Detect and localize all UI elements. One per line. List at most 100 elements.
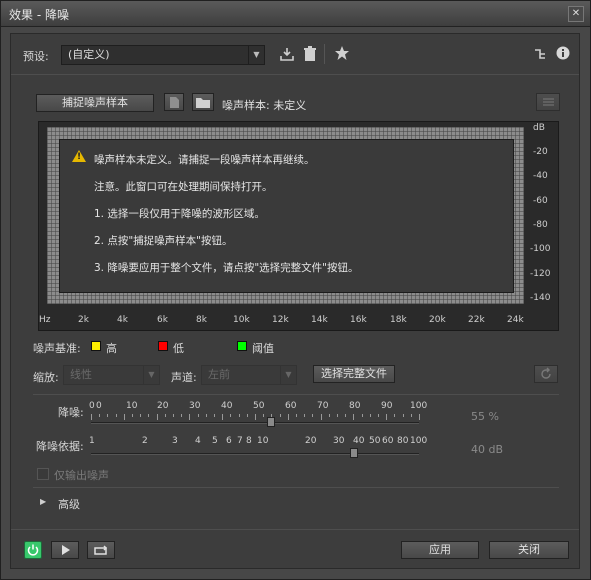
advanced-section-toggle[interactable]: 高级 (58, 496, 80, 512)
scale-label: 40 (353, 436, 365, 446)
x-axis-tick: 20k (429, 315, 446, 325)
x-axis-tick: 14k (311, 315, 328, 325)
chevron-down-icon: ▼ (248, 46, 264, 64)
legend-swatch-threshold (237, 341, 247, 351)
x-axis-tick: Hz (39, 315, 51, 325)
scale-label: 20 (157, 401, 169, 411)
message-line: 注意。此窗口可在处理期间保持打开。 (94, 181, 273, 193)
scale-tick (345, 414, 347, 417)
capture-noise-print-button[interactable]: 捕捉噪声样本 (36, 94, 154, 112)
reduce-by-slider-thumb[interactable] (349, 448, 358, 458)
zoom-value: 线性 (70, 368, 92, 381)
reduce-by-value[interactable]: 40 dB (471, 443, 503, 456)
scale-label: 3 (172, 436, 178, 446)
warning-icon: ! (72, 150, 86, 162)
scale-tick (263, 414, 265, 417)
y-axis-tick: dB (533, 123, 545, 133)
x-axis-tick: 10k (233, 315, 250, 325)
scale-label: 8 (246, 436, 252, 446)
loop-playback-button[interactable] (87, 541, 115, 559)
legend-item-high: 高 (106, 342, 117, 355)
channel-value: 左前 (208, 368, 230, 381)
message-line: 1. 选择一段仅用于降噪的波形区域。 (94, 208, 265, 220)
scale-tick (115, 414, 117, 417)
title-bar[interactable]: 效果 - 降噪 ✕ (1, 1, 590, 27)
scale-tick (238, 414, 240, 417)
scale-tick (410, 414, 412, 417)
scale-tick (181, 414, 183, 417)
graph-plot-area[interactable]: ! 噪声样本未定义。请捕捉一段噪声样本再继续。 注意。此窗口可在处理期间保持打开… (47, 127, 524, 304)
scale-tick (230, 414, 232, 417)
scale-label: 50 (369, 436, 381, 446)
scale-tick (164, 414, 166, 417)
chevron-down-icon: ▼ (143, 366, 159, 384)
scale-tick (296, 414, 297, 417)
document-icon (170, 97, 179, 108)
scale-label: 50 (253, 401, 265, 411)
star-icon[interactable] (334, 45, 350, 61)
noise-graph[interactable]: ! 噪声样本未定义。请捕捉一段噪声样本再继续。 注意。此窗口可在处理期间保持打开… (38, 121, 559, 331)
power-toggle-button[interactable] (24, 541, 42, 559)
reset-button[interactable] (534, 365, 558, 383)
reduce-by-scale: 1 2 3 4 5 6 7 8 10 20 30 40 50 60 80 100 (89, 436, 427, 448)
output-noise-only-label: 仅输出噪声 (54, 469, 109, 482)
scale-tick (214, 414, 215, 417)
save-noise-print-button[interactable] (164, 93, 184, 111)
apply-button[interactable]: 应用 (401, 541, 479, 559)
scale-tick (328, 414, 330, 417)
message-line: 2. 点按"捕捉噪声样本"按钮。 (94, 235, 233, 247)
preset-select[interactable]: (自定义) ▼ (61, 45, 265, 65)
channel-select[interactable]: 左前 ▼ (201, 365, 297, 385)
close-icon[interactable]: ✕ (568, 6, 584, 22)
message-line: 噪声样本未定义。请捕捉一段噪声样本再继续。 (94, 154, 315, 166)
reduce-by-slider[interactable] (91, 453, 419, 455)
scale-tick (91, 414, 92, 420)
power-icon (27, 544, 39, 556)
scale-label: 6 (226, 436, 232, 446)
noise-reduction-slider[interactable] (91, 422, 419, 424)
zoom-select[interactable]: 线性 ▼ (63, 365, 160, 385)
y-axis-tick: -120 (530, 269, 551, 279)
channel-label: 声道: (171, 371, 197, 384)
folder-icon (196, 98, 210, 108)
toolbar-divider (324, 44, 325, 64)
noise-floor-label: 噪声基准: (33, 342, 81, 355)
y-axis-tick: -140 (530, 293, 551, 303)
window-title: 效果 - 降噪 (9, 8, 69, 22)
scale-tick (156, 414, 158, 420)
scale-label: 70 (317, 401, 329, 411)
scale-tick (378, 414, 379, 417)
zoom-label: 缩放: (33, 371, 59, 384)
preview-play-button[interactable] (51, 541, 79, 559)
noise-reduction-slider-thumb[interactable] (267, 417, 276, 427)
scale-tick (279, 414, 281, 417)
effect-window: 效果 - 降噪 ✕ 预设: (自定义) ▼ 捕捉噪声样本 噪声样本: 未定义 !… (0, 0, 591, 580)
routing-icon[interactable] (533, 47, 547, 61)
expand-triangle-icon[interactable]: ▶ (40, 497, 46, 506)
noise-reduction-value[interactable]: 55 % (471, 410, 499, 423)
scale-tick (107, 414, 109, 417)
scale-tick (386, 414, 388, 420)
scale-tick (337, 414, 338, 417)
scale-tick (197, 414, 199, 417)
download-preset-icon[interactable] (279, 46, 295, 62)
loop-icon (94, 545, 108, 555)
scale-tick (132, 414, 133, 417)
trash-icon[interactable] (303, 46, 317, 62)
scale-label: 90 (381, 401, 393, 411)
scale-label: 0 (89, 401, 95, 411)
scale-tick (369, 414, 371, 417)
scale-label: 100 (410, 401, 428, 411)
legend-swatch-low (158, 341, 168, 351)
y-axis-tick: -60 (533, 196, 548, 206)
y-axis-tick: -80 (533, 220, 548, 230)
open-noise-print-button[interactable] (192, 93, 214, 111)
info-icon[interactable] (556, 46, 570, 60)
graph-menu-button[interactable] (536, 93, 560, 111)
close-button[interactable]: 关闭 (489, 541, 569, 559)
select-entire-file-button[interactable]: 选择完整文件 (313, 365, 395, 383)
output-noise-only-checkbox[interactable] (37, 468, 49, 480)
effect-panel: 预设: (自定义) ▼ 捕捉噪声样本 噪声样本: 未定义 ! 噪声样本未定义。请… (10, 33, 580, 569)
noise-sample-status: 噪声样本: 未定义 (222, 99, 307, 112)
scale-tick (140, 414, 142, 417)
